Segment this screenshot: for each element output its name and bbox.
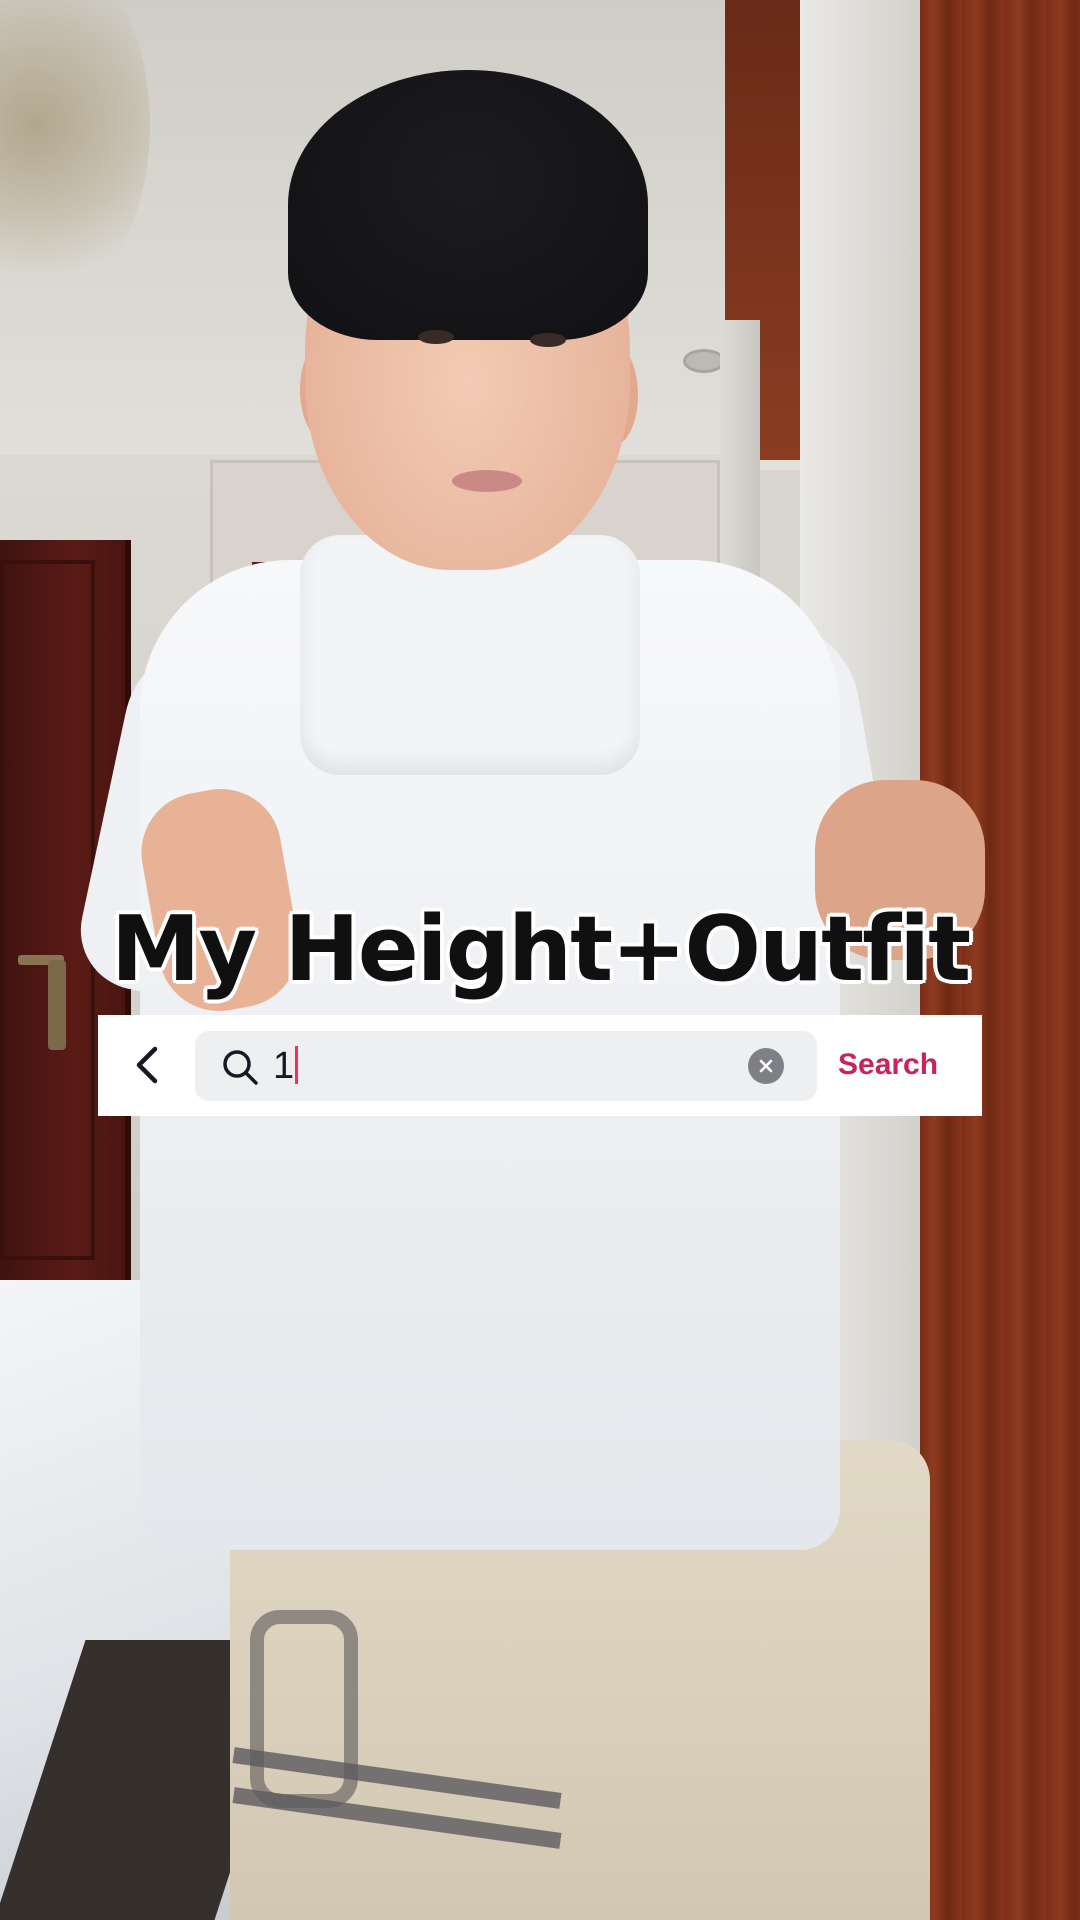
chevron-left-icon: [136, 1046, 158, 1084]
magnifier-icon: [223, 1050, 258, 1085]
right-eye: [530, 333, 566, 347]
text-caret: [295, 1046, 299, 1084]
search-query: 1: [273, 1044, 299, 1088]
left-eye: [418, 330, 454, 344]
search-submit-button[interactable]: Search: [838, 1043, 938, 1087]
shirt-collar: [300, 535, 640, 775]
search-input[interactable]: 1: [195, 1031, 817, 1101]
search-query-text: 1: [273, 1045, 295, 1087]
hair: [288, 70, 648, 340]
ceiling-light: [683, 349, 725, 373]
video-frame: My Height+Outfit 1 Search: [0, 0, 1080, 1920]
search-bar: 1 Search: [98, 1015, 982, 1116]
video-caption: My Height+Outfit: [110, 897, 971, 1002]
clear-search-button[interactable]: [748, 1048, 784, 1084]
back-button[interactable]: [120, 1037, 176, 1093]
mouth: [452, 470, 522, 492]
close-circle-icon: [759, 1059, 773, 1073]
